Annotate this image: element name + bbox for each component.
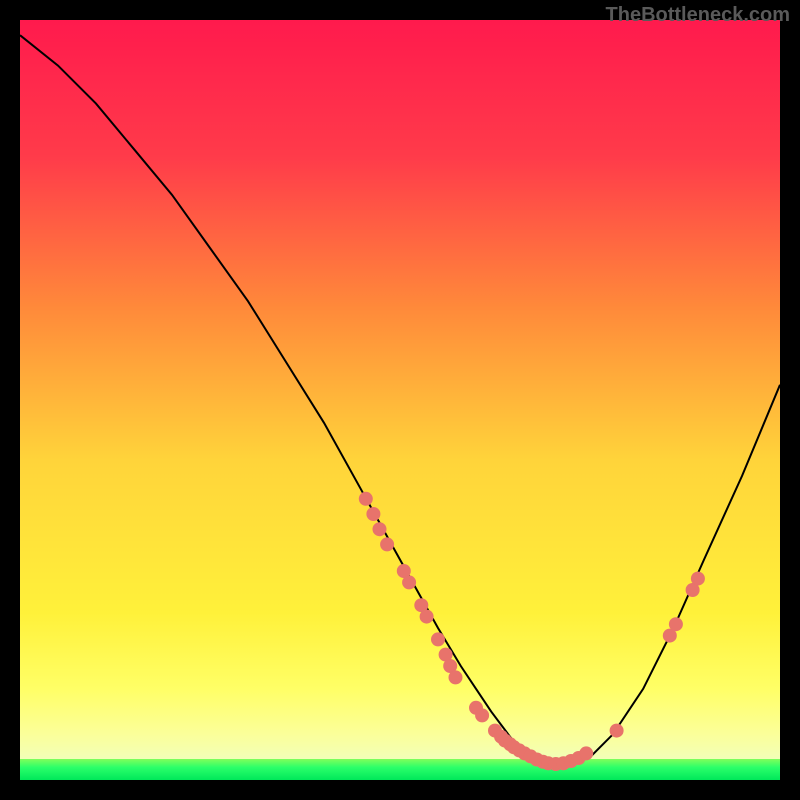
data-point bbox=[373, 522, 387, 536]
watermark-text: TheBottleneck.com bbox=[606, 4, 790, 27]
data-point bbox=[449, 670, 463, 684]
data-point bbox=[380, 537, 394, 551]
plot-area bbox=[20, 20, 780, 780]
chart-svg bbox=[20, 20, 780, 780]
data-point bbox=[610, 724, 624, 738]
data-points-group bbox=[359, 492, 705, 771]
bottleneck-curve bbox=[20, 35, 780, 765]
data-point bbox=[359, 492, 373, 506]
data-point bbox=[579, 746, 593, 760]
data-point bbox=[431, 632, 445, 646]
data-point bbox=[669, 617, 683, 631]
data-point bbox=[366, 507, 380, 521]
data-point bbox=[475, 708, 489, 722]
data-point bbox=[691, 572, 705, 586]
data-point bbox=[420, 610, 434, 624]
data-point bbox=[402, 575, 416, 589]
